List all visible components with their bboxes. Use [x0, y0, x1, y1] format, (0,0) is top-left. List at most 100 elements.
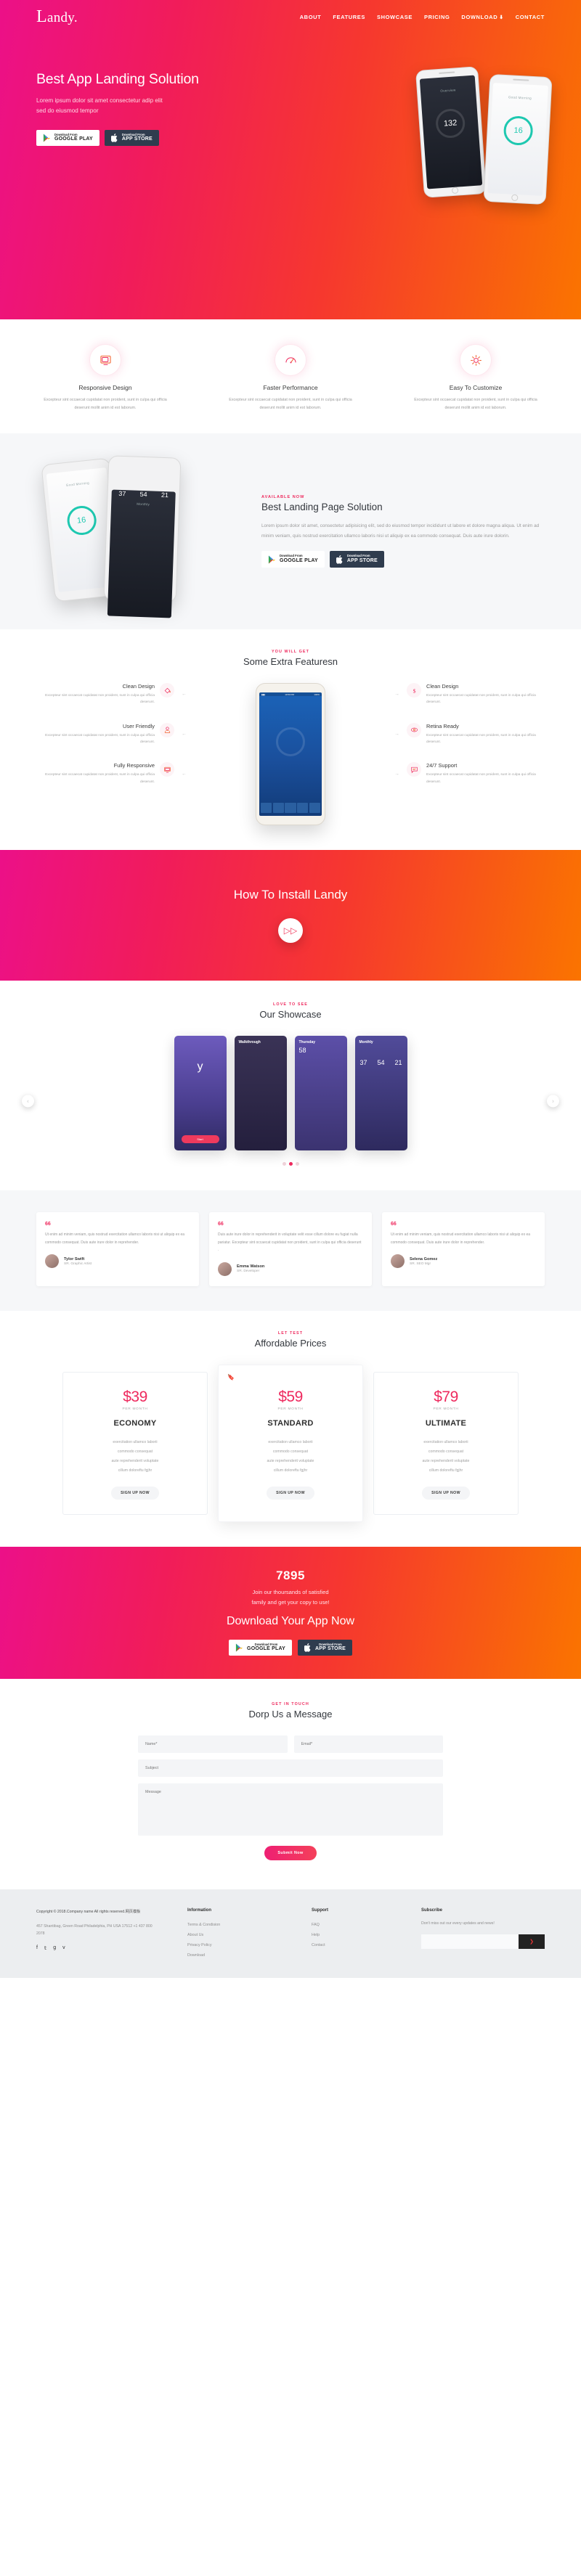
- twitter-icon[interactable]: 𝕥: [44, 1945, 46, 1951]
- app-store-button[interactable]: Download From APP STORE: [297, 1639, 352, 1656]
- hero-phone-mockups: Overview 132 Good Morning 16: [415, 66, 553, 205]
- google-play-button[interactable]: Download From GOOGLE PLAY: [229, 1639, 292, 1656]
- apple-icon: [336, 555, 343, 564]
- footer-link-privacy[interactable]: Privacy Policy: [187, 1940, 285, 1950]
- app-store-button[interactable]: Download From APP STORE: [104, 129, 159, 147]
- pricing-feature: commodo consequat: [272, 1449, 309, 1454]
- nav-item-pricing[interactable]: PRICING: [424, 14, 450, 20]
- pricing-feature-list: exercitation ullamco laborii commodo con…: [229, 1438, 352, 1476]
- extra-feature-desc: Excepteur sint occaecat cupidatat non pr…: [426, 694, 536, 705]
- showcase-dot[interactable]: [295, 1162, 299, 1166]
- nav-item-download[interactable]: DOWNLOAD ⬇: [461, 14, 503, 20]
- footer-link-terms[interactable]: Terms & Condision: [187, 1920, 285, 1930]
- phone-speaker: [113, 465, 176, 467]
- arrow-right-icon: →: [394, 732, 399, 737]
- download-title: Download Your App Now: [226, 1614, 355, 1627]
- google-play-button[interactable]: Download From GOOGLE PLAY: [36, 129, 99, 147]
- statusbar-time: 10:50 PM: [285, 692, 295, 696]
- message-textarea[interactable]: [138, 1783, 443, 1836]
- extra-feature-item: User Friendly Excepteur sint occaecat cup…: [36, 722, 189, 746]
- testimonials-section: 66 Ut enim ad minim veniam, quis nostrud…: [0, 1190, 581, 1311]
- extra-features-heading: YOU WILL GET Some Extra Featuresn: [36, 650, 545, 667]
- play-icon[interactable]: ▷▷: [278, 918, 303, 944]
- showcase-slide-label: y: [197, 1060, 203, 1074]
- footer-link-contact[interactable]: Contact: [312, 1940, 395, 1950]
- signup-button[interactable]: SIGN UP NOW: [422, 1486, 470, 1500]
- extra-feature-desc: Excepteur sint occaecat cupidatat non pr…: [45, 773, 155, 784]
- extra-feature-item: Clean Design Excepteur sint occaecat cupi…: [36, 683, 189, 706]
- showcase-carousel[interactable]: y Start Walkthrough Thursday 58 Monthly …: [0, 1036, 581, 1151]
- nav-item-about[interactable]: ABOUT: [300, 14, 322, 20]
- showcase-slide[interactable]: y Start: [174, 1036, 227, 1151]
- subscribe-button[interactable]: ❯: [519, 1934, 545, 1949]
- landing-phone-a-value: 16: [65, 504, 98, 536]
- nav-item-features[interactable]: FEATURES: [333, 14, 365, 20]
- phone-mockup-right: Good Morning 16: [483, 73, 553, 205]
- svg-text:$: $: [413, 687, 415, 694]
- pricing-plan-name: ECONOMY: [113, 1418, 157, 1428]
- phone-speaker: [439, 71, 455, 74]
- footer-link-about[interactable]: About Us: [187, 1930, 285, 1940]
- footer-link-faq[interactable]: FAQ: [312, 1920, 395, 1930]
- pricing-feature: aute reprehenderit voluptate: [422, 1458, 470, 1463]
- google-play-button[interactable]: Download From GOOGLE PLAY: [261, 551, 325, 568]
- phone-mockup-b: Monthly 37 54 21: [103, 455, 182, 618]
- nav-item-contact[interactable]: CONTACT: [516, 14, 545, 20]
- phone-home-button: [511, 194, 519, 202]
- showcase-prev-button[interactable]: ‹: [22, 1095, 34, 1108]
- showcase-pagination-dots[interactable]: [0, 1162, 581, 1166]
- nav-item-showcase[interactable]: SHOWCASE: [377, 14, 413, 20]
- quote-icon: 66: [391, 1222, 397, 1227]
- apple-icon: [304, 1643, 311, 1652]
- hero-subtitle-line2: sed do eiusmod tempor: [36, 107, 99, 115]
- signup-button[interactable]: SIGN UP NOW: [267, 1486, 314, 1500]
- google-play-icon: [268, 555, 276, 564]
- logo[interactable]: Landy.: [36, 7, 78, 27]
- testimonial-card: 66 Duis aute irure dolor in reprehenderi…: [209, 1212, 372, 1286]
- email-input[interactable]: [293, 1735, 443, 1754]
- phone-screen: ▮▮▮ 10:50 PM 100%: [259, 692, 322, 817]
- showcase-dot-active[interactable]: [288, 1162, 293, 1166]
- landing-phone-b-stats: 37 54 21: [112, 490, 176, 499]
- feature-desc: Excepteur sint occaecat cupidatat non pr…: [229, 398, 352, 410]
- subject-input[interactable]: [138, 1759, 443, 1778]
- vimeo-icon[interactable]: v: [62, 1945, 65, 1951]
- pricing-feature: commodo consequat: [117, 1449, 153, 1454]
- quote-icon: 66: [45, 1222, 51, 1227]
- showcase-slide[interactable]: Thursday 58: [294, 1036, 347, 1151]
- footer-information-title: Information: [187, 1908, 211, 1913]
- dollar-icon: $: [407, 683, 421, 698]
- extra-feature-desc: Excepteur sint occaecat cupidatat non pr…: [426, 773, 536, 784]
- google-plus-icon[interactable]: g: [53, 1945, 56, 1951]
- extra-feature-title: 24/7 Support: [426, 762, 458, 769]
- contact-heading: GET IN TOUCH Dorp Us a Message: [0, 1702, 581, 1720]
- phone-mockup-left: Overview 132: [415, 66, 487, 198]
- footer-link-help[interactable]: Help: [312, 1930, 395, 1940]
- testimonial-text: Ut enim ad minim veniam, quis nostrud ex…: [45, 1232, 185, 1245]
- feature-highlights-row: Responsive Design Excepteur sint occaeca…: [36, 344, 545, 412]
- showcase-slide-cta[interactable]: Start: [181, 1135, 219, 1144]
- arrow-left-icon: ←: [182, 732, 187, 737]
- hero-subtitle: Lorem ipsum dolor sit amet consectetur a…: [36, 96, 276, 117]
- footer-link-download[interactable]: Download: [187, 1950, 285, 1960]
- showcase-slide[interactable]: Monthly 37 54 21: [354, 1036, 407, 1151]
- signup-button[interactable]: SIGN UP NOW: [111, 1486, 159, 1500]
- arrow-left-icon: ←: [182, 771, 187, 777]
- chat-icon: [407, 762, 421, 777]
- install-title: How To Install Landy: [233, 888, 348, 902]
- showcase-next-button[interactable]: ›: [547, 1095, 559, 1108]
- feature-highlights-section: Responsive Design Excepteur sint occaeca…: [0, 319, 581, 434]
- submit-button[interactable]: Submit Now: [264, 1846, 317, 1861]
- nav-download-label: DOWNLOAD: [461, 13, 498, 20]
- facebook-icon[interactable]: f: [36, 1945, 38, 1951]
- name-input[interactable]: [138, 1735, 288, 1754]
- showcase-slide[interactable]: Walkthrough: [234, 1036, 287, 1151]
- page-root: Landy. ABOUT FEATURES SHOWCASE PRICING D…: [0, 0, 581, 1979]
- subscribe-input[interactable]: [421, 1934, 519, 1949]
- logo-text: andy.: [46, 9, 78, 25]
- showcase-dot[interactable]: [282, 1162, 286, 1166]
- pricing-feature: exercitation ullamco laborii: [268, 1439, 313, 1444]
- app-store-button[interactable]: Download From APP STORE: [329, 551, 384, 568]
- extra-feature-desc: Excepteur sint occaecat cupidatat non pr…: [45, 694, 155, 705]
- pricing-title: Affordable Prices: [254, 1337, 327, 1349]
